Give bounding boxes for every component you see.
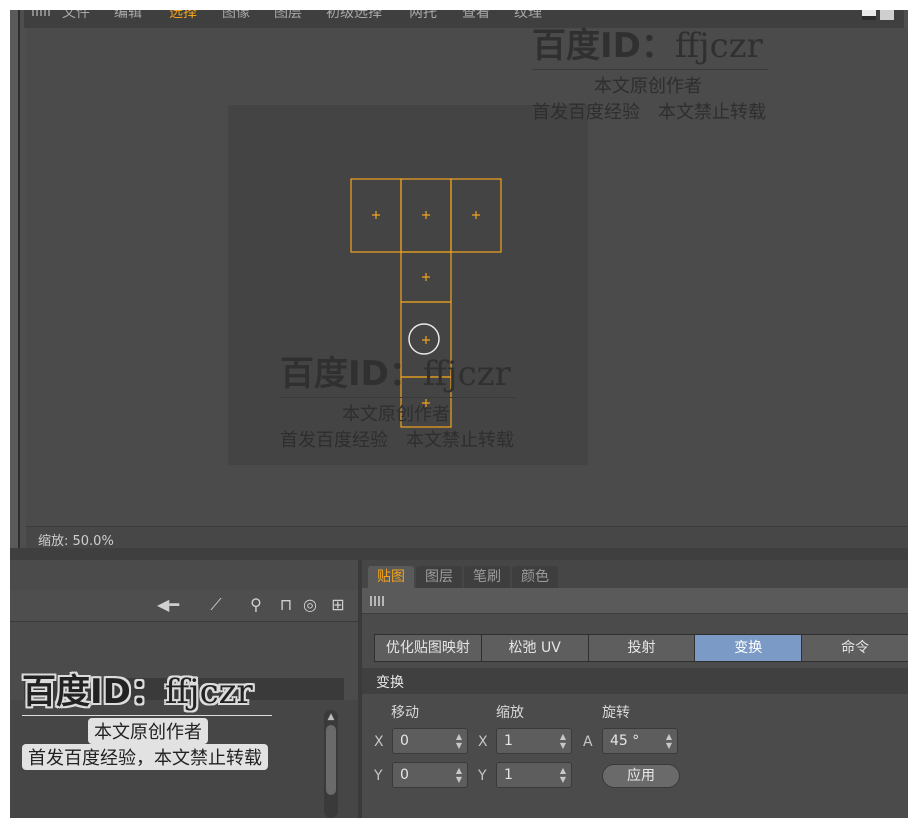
zoom-label: 缩放: 50.0%: [38, 534, 114, 549]
projection-button[interactable]: 投射: [588, 635, 696, 661]
rotate-label: 旋转: [602, 705, 630, 721]
angle-value: 45 °: [610, 733, 640, 749]
menu-tools[interactable]: 两托: [409, 10, 437, 22]
texture-panel: 贴图 图层 笔刷 颜色 优化贴图映射 松弛 UV 投射 变换 命令 变换 移动 …: [362, 560, 908, 818]
texture-tabs: 贴图 图层 笔刷 颜色: [362, 560, 908, 588]
menu-select[interactable]: 选择: [169, 10, 197, 22]
menu-image[interactable]: 图像: [222, 10, 250, 22]
watermark-line1: 本文原创作者: [594, 76, 702, 97]
panel-separator[interactable]: [10, 548, 908, 560]
angle-axis-label: A: [583, 734, 593, 750]
left-edge-strip: [10, 10, 20, 548]
tab-layer[interactable]: 图层: [416, 566, 462, 588]
arrow-left-icon[interactable]: ◀━: [148, 594, 188, 616]
spinner-icon[interactable]: ▲ ▼: [560, 766, 566, 784]
menu-edit[interactable]: 编辑: [114, 10, 142, 22]
scale-y-value: 1: [504, 767, 513, 783]
spinner-icon[interactable]: ▲ ▼: [456, 766, 462, 784]
scale-x-axis-label: X: [478, 734, 488, 750]
move-x-field[interactable]: 0 ▲ ▼: [392, 728, 468, 754]
uv-mode-buttons: 优化贴图映射 松弛 UV 投射 变换 命令: [374, 634, 908, 662]
tab-texture[interactable]: 贴图: [368, 566, 414, 588]
watermark-id-prefix: 百度ID：: [280, 354, 423, 394]
move-x-value: 0: [400, 733, 409, 749]
add-icon[interactable]: ⊞: [328, 594, 348, 616]
spinner-icon[interactable]: ▲ ▼: [560, 732, 566, 750]
optimize-mapping-button[interactable]: 优化贴图映射: [375, 635, 482, 661]
transform-section-header: 变换: [362, 668, 908, 694]
scale-x-field[interactable]: 1 ▲ ▼: [496, 728, 572, 754]
angle-field[interactable]: 45 ° ▲ ▼: [602, 728, 678, 754]
menu-file[interactable]: 文件: [62, 10, 90, 22]
mountain-icon[interactable]: [862, 10, 876, 20]
search-icon[interactable]: ⚲: [246, 594, 266, 616]
scale-label: 缩放: [496, 705, 524, 721]
watermark-line1: 本文原创作者: [342, 404, 450, 425]
watermark-line1: 本文原创作者: [88, 718, 208, 744]
window-icon[interactable]: [880, 10, 894, 20]
menu-view[interactable]: 查看: [462, 10, 490, 22]
apply-button[interactable]: 应用: [602, 764, 680, 788]
move-x-axis-label: X: [374, 734, 384, 750]
move-label: 移动: [391, 705, 419, 721]
cursor-icon[interactable]: ⟋: [206, 594, 226, 616]
panel-subbar: [362, 588, 908, 614]
relax-uv-button[interactable]: 松弛 UV: [481, 635, 589, 661]
watermark-top: 百度ID：ffjczr 本文原创作者 首发百度经验 本文禁止转载: [532, 18, 768, 124]
watermark-id-name: ffjczr: [164, 672, 253, 712]
menu-layer[interactable]: 图层: [274, 10, 302, 22]
object-list-scroll-thumb[interactable]: [326, 725, 336, 795]
lock-icon[interactable]: ⊓: [276, 594, 296, 616]
tab-color[interactable]: 颜色: [512, 566, 558, 588]
spinner-icon[interactable]: ▲ ▼: [456, 732, 462, 750]
move-y-field[interactable]: 0 ▲ ▼: [392, 762, 468, 788]
tab-brush[interactable]: 笔刷: [464, 566, 510, 588]
target-icon[interactable]: ◎: [300, 594, 320, 616]
watermark-line2: 首发百度经验，本文禁止转载: [22, 744, 268, 770]
object-toolbar: ◀━ ⟋ ⚲ ⊓ ◎ ⊞: [10, 590, 358, 622]
scale-y-axis-label: Y: [478, 768, 487, 784]
spinner-icon[interactable]: ▲ ▼: [666, 732, 672, 750]
scale-y-field[interactable]: 1 ▲ ▼: [496, 762, 572, 788]
watermark-bottom: 百度ID：ffjczr 本文原创作者 首发百度经验，本文禁止转载: [22, 664, 272, 770]
application-window: 文件 编辑 选择 图像 图层 初级选择 两托 查看 纹理 缩放: 50.0% ◀…: [10, 10, 908, 818]
menubar-grip-icon[interactable]: [32, 10, 52, 16]
watermark-line2: 首发百度经验 本文禁止转载: [532, 102, 766, 123]
menubar: 文件 编辑 选择 图像 图层 初级选择 两托 查看 纹理: [24, 10, 904, 28]
move-y-value: 0: [400, 767, 409, 783]
transform-section-title: 变换: [376, 675, 404, 691]
watermark-id-prefix: 百度ID：: [532, 26, 675, 66]
move-y-axis-label: Y: [374, 768, 383, 784]
scale-x-value: 1: [504, 733, 513, 749]
watermark-id-prefix: 百度ID：: [22, 672, 165, 712]
command-button[interactable]: 命令: [802, 635, 908, 661]
watermark-id-name: ffjczr: [422, 354, 511, 394]
watermark-id-name: ffjczr: [674, 26, 763, 66]
zoom-status-bar: 缩放: 50.0%: [26, 526, 908, 549]
watermark-line2: 首发百度经验 本文禁止转载: [280, 430, 514, 451]
transform-button[interactable]: 变换: [695, 635, 803, 661]
panel-grip-icon[interactable]: [370, 596, 386, 606]
watermark-middle: 百度ID：ffjczr 本文原创作者 首发百度经验 本文禁止转载: [280, 346, 516, 452]
menu-primary-select[interactable]: 初级选择: [326, 10, 382, 22]
scroll-up-icon[interactable]: ▲: [326, 712, 336, 722]
